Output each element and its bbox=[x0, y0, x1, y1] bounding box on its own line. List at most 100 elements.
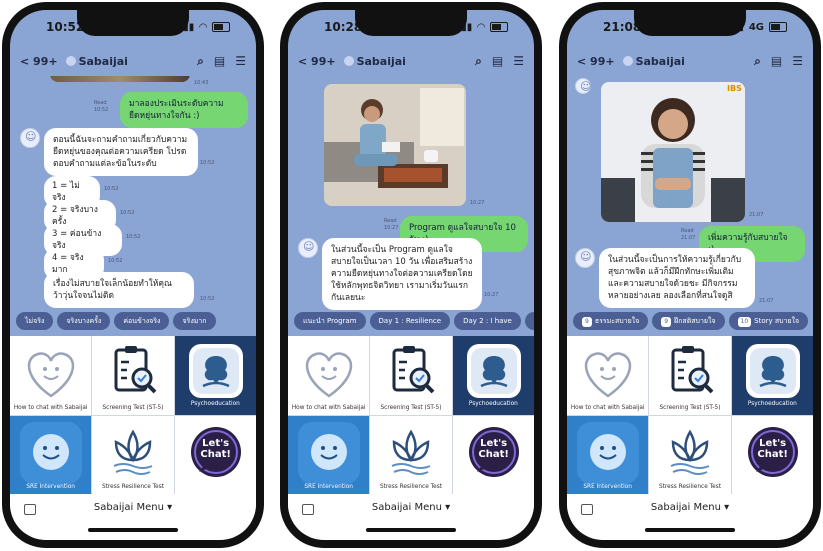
chat-area[interactable]: 10:43 Read 10:52 มาลองประเมินระดับความยื… bbox=[10, 76, 256, 312]
menu-toggle[interactable]: Sabaijai Menu ▾ bbox=[94, 502, 172, 513]
lotus-icon bbox=[391, 429, 431, 475]
menu-toggle[interactable]: Sabaijai Menu ▾ bbox=[372, 502, 450, 513]
back-button[interactable]: < 99+ bbox=[298, 55, 336, 68]
tile-stress-resilience-test[interactable]: Stress Resilience Test bbox=[370, 415, 452, 494]
wifi-icon: ◠ bbox=[477, 21, 485, 33]
phone-1: 10:52 ▮▮▮ ◠ < 99+ Sabaijai ⌕ ▤ ☰ 10:43 R… bbox=[2, 2, 264, 548]
tile-psychoeducation[interactable]: Psychoeducation bbox=[731, 336, 813, 415]
quick-reply-button[interactable]: ค่อนข้างจริง bbox=[114, 312, 170, 330]
bot-avatar bbox=[20, 128, 40, 148]
tile-psychoeducation[interactable]: Psychoeducation bbox=[174, 336, 256, 415]
quick-reply-button[interactable]: จริงบางครั้ง bbox=[57, 312, 111, 330]
woman-portrait-photo bbox=[601, 82, 745, 222]
lets-chat-label: Let's Chat! bbox=[757, 437, 788, 460]
quick-reply-button[interactable]: ไม่จริง bbox=[16, 312, 54, 330]
search-icon[interactable]: ⌕ bbox=[197, 54, 204, 69]
tile-lets-chat[interactable]: Let's Chat! bbox=[731, 415, 813, 494]
chat-title: Sabaijai bbox=[356, 54, 406, 68]
chat-title: Sabaijai bbox=[78, 54, 128, 68]
notch bbox=[355, 10, 467, 36]
back-button[interactable]: < 99+ bbox=[20, 55, 58, 68]
battery-icon bbox=[769, 22, 787, 32]
wifi-icon: ◠ bbox=[199, 21, 207, 33]
battery-icon bbox=[212, 22, 230, 32]
quick-reply-button[interactable]: Day 1 : Resilience bbox=[369, 312, 451, 330]
tile-how-to-chat[interactable]: How to chat with Sabaijai bbox=[288, 336, 370, 415]
tile-stress-resilience-test[interactable]: Stress Resilience Test bbox=[649, 415, 731, 494]
tile-how-to-chat[interactable]: How to chat with Sabaijai bbox=[10, 336, 92, 415]
tile-lets-chat[interactable]: Let's Chat! bbox=[452, 415, 534, 494]
sun-smile-icon bbox=[298, 421, 360, 484]
chat-title: Sabaijai bbox=[635, 54, 685, 68]
sun-smile-icon bbox=[577, 421, 639, 484]
quick-reply-button[interactable]: 10 Story สบายใจ bbox=[728, 312, 809, 330]
tile-screening-test[interactable]: Screening Test (ST-5) bbox=[370, 336, 452, 415]
clipboard-search-icon bbox=[114, 346, 157, 394]
clipboard-search-icon bbox=[392, 346, 435, 394]
phone-screen: 10:28 ▮▮▮ ◠ < 99+ Sabaijai ⌕ ▤ ☰ bbox=[288, 10, 534, 540]
home-indicator bbox=[645, 528, 735, 532]
tile-sre-intervention[interactable]: SRE Intervention bbox=[10, 415, 92, 494]
quick-reply-button[interactable]: แนะนำ Program bbox=[294, 312, 366, 330]
search-icon[interactable]: ⌕ bbox=[475, 54, 482, 69]
tile-sre-intervention[interactable]: SRE Intervention bbox=[288, 415, 370, 494]
tile-stress-resilience-test[interactable]: Stress Resilience Test bbox=[92, 415, 174, 494]
quick-reply-button[interactable]: จริงมาก bbox=[173, 312, 216, 330]
chat-header: < 99+ Sabaijai ⌕ ▤ ☰ bbox=[288, 46, 534, 76]
quick-reply-bar: แนะนำ Program Day 1 : Resilience Day 2 :… bbox=[288, 312, 534, 336]
back-button[interactable]: < 99+ bbox=[577, 55, 615, 68]
lotus-icon bbox=[113, 429, 153, 475]
tile-screening-test[interactable]: Screening Test (ST-5) bbox=[92, 336, 174, 415]
heart-smile-icon bbox=[584, 352, 632, 398]
phone-3: 21:08 ▮▮▮ 4G < 99+ Sabaijai ⌕ ▤ ☰ bbox=[559, 2, 821, 548]
rich-menu: How to chat with Sabaijai Screening Test… bbox=[288, 336, 534, 494]
home-indicator bbox=[366, 528, 456, 532]
photo-message[interactable] bbox=[50, 76, 190, 82]
quick-reply-button[interactable]: Day 2 : I have bbox=[454, 312, 521, 330]
bot-avatar bbox=[575, 248, 595, 268]
bottom-menu-bar: Sabaijai Menu ▾ bbox=[567, 494, 813, 540]
heart-smile-icon bbox=[305, 352, 353, 398]
menu-icon[interactable]: ☰ bbox=[513, 54, 524, 69]
woman-reading-photo bbox=[324, 84, 466, 206]
quick-reply-button[interactable]: 9 ธรรมะสบายใจ bbox=[573, 312, 649, 330]
tile-how-to-chat[interactable]: How to chat with Sabaijai bbox=[567, 336, 649, 415]
lotus-icon bbox=[670, 429, 710, 475]
notes-icon[interactable]: ▤ bbox=[492, 54, 503, 69]
bot-message: ตอนนี้ฉันจะถามคำถามเกี่ยวกับความยืดหยุ่น… bbox=[44, 128, 198, 176]
outgoing-message: มาลองประเมินระดับความยืดหยุ่นทางใจกัน :) bbox=[120, 92, 248, 128]
bot-avatar-icon bbox=[343, 56, 354, 66]
chat-area[interactable]: 10:27 Read 10:27 Program ดูแลใจสบายใจ 10… bbox=[288, 76, 534, 312]
phone-screen: 10:52 ▮▮▮ ◠ < 99+ Sabaijai ⌕ ▤ ☰ 10:43 R… bbox=[10, 10, 256, 540]
bottom-menu-bar: Sabaijai Menu ▾ bbox=[288, 494, 534, 540]
bot-avatar-icon bbox=[65, 56, 76, 66]
bot-message: ในส่วนนี้จะเป็น Program ดูแลใจสบายใจเป็น… bbox=[322, 238, 482, 310]
tile-screening-test[interactable]: Screening Test (ST-5) bbox=[649, 336, 731, 415]
notch bbox=[77, 10, 189, 36]
quick-reply-button[interactable]: 9 ฝึกสติสบายใจ bbox=[652, 312, 725, 330]
phone-screen: 21:08 ▮▮▮ 4G < 99+ Sabaijai ⌕ ▤ ☰ bbox=[567, 10, 813, 540]
keyboard-icon[interactable] bbox=[302, 504, 314, 515]
tile-lets-chat[interactable]: Let's Chat! bbox=[174, 415, 256, 494]
chat-header: < 99+ Sabaijai ⌕ ▤ ☰ bbox=[10, 46, 256, 76]
notes-icon[interactable]: ▤ bbox=[214, 54, 225, 69]
search-icon[interactable]: ⌕ bbox=[754, 54, 761, 69]
menu-toggle[interactable]: Sabaijai Menu ▾ bbox=[651, 502, 729, 513]
menu-icon[interactable]: ☰ bbox=[792, 54, 803, 69]
home-indicator bbox=[88, 528, 178, 532]
quick-reply-button[interactable]: D bbox=[524, 312, 534, 330]
keyboard-icon[interactable] bbox=[581, 504, 593, 515]
tile-psychoeducation[interactable]: Psychoeducation bbox=[452, 336, 534, 415]
photo-message[interactable] bbox=[324, 84, 466, 206]
rich-menu: How to chat with Sabaijai Screening Test… bbox=[10, 336, 256, 494]
rich-menu: How to chat with Sabaijai Screening Test… bbox=[567, 336, 813, 494]
photo-message[interactable] bbox=[601, 82, 745, 222]
tile-sre-intervention[interactable]: SRE Intervention bbox=[567, 415, 649, 494]
clipboard-search-icon bbox=[671, 346, 714, 394]
chat-area[interactable]: IBS 21:07 Read 21:07 เพิ่มความรู้กับสบาย… bbox=[567, 76, 813, 312]
menu-icon[interactable]: ☰ bbox=[235, 54, 246, 69]
notes-icon[interactable]: ▤ bbox=[771, 54, 782, 69]
bot-avatar-icon bbox=[622, 56, 633, 66]
keyboard-icon[interactable] bbox=[24, 504, 36, 515]
notch bbox=[634, 10, 746, 36]
